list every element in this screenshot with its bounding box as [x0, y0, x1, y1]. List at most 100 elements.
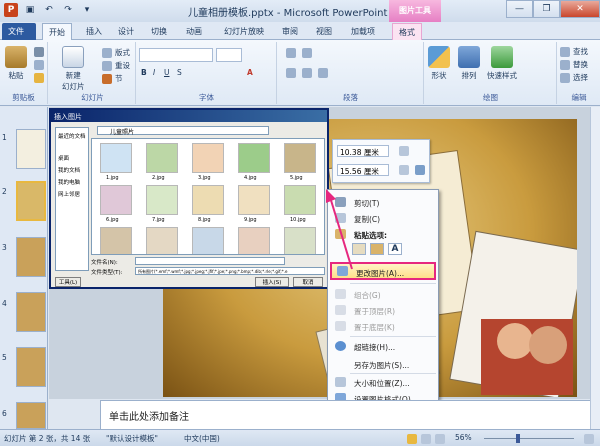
file-thumbnail[interactable] — [100, 185, 132, 215]
reset-button[interactable]: 重设 — [102, 60, 130, 71]
menu-item-save-as-picture[interactable]: 另存为图片(S)... — [330, 356, 436, 372]
file-thumbnail[interactable] — [192, 143, 224, 173]
section-button[interactable]: 节 — [102, 73, 123, 84]
tab-home[interactable]: 开始 — [42, 23, 72, 40]
tab-addins[interactable]: 加载项 — [345, 23, 381, 40]
file-thumbnail[interactable] — [238, 185, 270, 215]
file-list[interactable]: 1.jpg 2.jpg 3.jpg 4.jpg 5.jpg 6.jpg 7.jp… — [91, 138, 325, 255]
file-thumbnail[interactable] — [146, 185, 178, 215]
find-button[interactable]: 查找 — [560, 46, 588, 57]
height-input[interactable]: 10.38 厘米 — [337, 145, 389, 157]
sorter-view-icon[interactable] — [421, 434, 431, 444]
file-thumbnail[interactable] — [146, 143, 178, 173]
menu-item-size-position[interactable]: 大小和位置(Z)... — [330, 374, 436, 390]
slide-thumbnail-selected[interactable] — [16, 181, 46, 221]
zoom-slider-thumb[interactable] — [516, 434, 520, 443]
font-color-button[interactable]: A — [247, 68, 253, 77]
font-size-input[interactable] — [216, 48, 242, 62]
app-icon[interactable]: P — [4, 3, 18, 17]
redo-icon[interactable]: ↷ — [61, 3, 75, 17]
layout-button[interactable]: 版式 — [102, 47, 130, 58]
bullets-icon[interactable] — [286, 48, 296, 58]
file-thumbnail[interactable] — [146, 227, 178, 254]
file-thumbnail[interactable] — [284, 143, 316, 173]
file-thumbnail[interactable] — [284, 185, 316, 215]
menu-item-group[interactable]: 组合(G) — [330, 286, 436, 302]
slide-number: 3 — [2, 243, 7, 252]
align-center-icon[interactable] — [302, 68, 312, 78]
tab-file[interactable]: 文件 — [2, 23, 36, 40]
places-desktop[interactable]: 桌面 — [58, 154, 69, 162]
slide-thumbnail[interactable] — [16, 292, 46, 332]
cut-icon[interactable] — [34, 47, 44, 57]
places-network[interactable]: 网上邻居 — [58, 190, 80, 198]
tab-insert[interactable]: 插入 — [80, 23, 108, 40]
underline-button[interactable]: U — [164, 68, 170, 77]
shapes-button[interactable]: 形状 — [428, 46, 450, 81]
minimize-button[interactable]: — — [506, 0, 533, 18]
paste-text-only-icon[interactable]: A — [388, 243, 402, 255]
file-thumbnail[interactable] — [284, 227, 316, 254]
new-slide-button[interactable]: 新建 幻灯片 — [62, 46, 85, 92]
customize-qat-icon[interactable]: ▾ — [80, 3, 94, 17]
file-thumbnail[interactable] — [192, 185, 224, 215]
style-icon[interactable] — [399, 146, 409, 156]
slide-thumbnail[interactable] — [16, 347, 46, 387]
zoom-slider[interactable] — [484, 438, 574, 439]
slide-thumbnail[interactable] — [16, 402, 46, 429]
tools-button[interactable]: 工具(L) — [55, 277, 81, 287]
file-thumbnail[interactable] — [192, 227, 224, 254]
restore-button[interactable]: ❐ — [533, 0, 560, 18]
menu-item-bring-front[interactable]: 置于顶层(R) — [330, 302, 436, 318]
undo-icon[interactable]: ↶ — [42, 3, 56, 17]
file-thumbnail[interactable] — [100, 143, 132, 173]
crop-icon[interactable] — [399, 165, 409, 175]
fit-window-icon[interactable] — [584, 434, 594, 444]
paste-button[interactable]: 粘贴 — [5, 46, 27, 81]
tab-review[interactable]: 审阅 — [276, 23, 304, 40]
menu-item-hyperlink[interactable]: 超链接(H)... — [330, 338, 436, 354]
align-right-icon[interactable] — [318, 68, 328, 78]
tab-animations[interactable]: 动画 — [180, 23, 208, 40]
file-thumbnail[interactable] — [238, 227, 270, 254]
replace-button[interactable]: 替换 — [560, 59, 588, 70]
slide-thumbnail[interactable] — [16, 129, 46, 169]
italic-button[interactable]: I — [153, 68, 155, 77]
normal-view-icon[interactable] — [407, 434, 417, 444]
notes-pane[interactable]: 单击此处添加备注 — [100, 400, 590, 429]
align-left-icon[interactable] — [286, 68, 296, 78]
cancel-button[interactable]: 取消 — [293, 277, 323, 287]
bold-button[interactable]: B — [141, 68, 147, 77]
vertical-scrollbar[interactable] — [590, 107, 600, 429]
tab-view[interactable]: 视图 — [310, 23, 338, 40]
quick-styles-button[interactable]: 快速样式 — [487, 46, 517, 81]
select-button[interactable]: 选择 — [560, 72, 588, 83]
reading-view-icon[interactable] — [435, 434, 445, 444]
places-recent[interactable]: 最近的文档 — [58, 132, 86, 140]
rotate-icon[interactable] — [415, 165, 425, 175]
tab-transitions[interactable]: 切换 — [145, 23, 173, 40]
save-icon[interactable]: ▣ — [23, 3, 37, 17]
width-input[interactable]: 15.56 厘米 — [337, 164, 389, 176]
places-documents[interactable]: 我的文档 — [58, 166, 80, 174]
insert-button[interactable]: 插入(S) — [255, 277, 289, 287]
close-button[interactable]: ✕ — [560, 0, 600, 18]
arrange-button[interactable]: 排列 — [458, 46, 480, 81]
folder-dropdown[interactable]: 儿童照片 — [97, 126, 269, 136]
format-painter-icon[interactable] — [34, 73, 44, 83]
numbering-icon[interactable] — [302, 48, 312, 58]
tab-format[interactable]: 格式 — [392, 23, 422, 40]
tab-design[interactable]: 设计 — [112, 23, 140, 40]
places-computer[interactable]: 我的电脑 — [58, 178, 80, 186]
shadow-button[interactable]: S — [177, 68, 182, 77]
file-thumbnail[interactable] — [238, 143, 270, 173]
tab-slideshow[interactable]: 幻灯片放映 — [218, 23, 270, 40]
font-name-input[interactable] — [139, 48, 213, 62]
menu-item-send-back[interactable]: 置于底层(K) — [330, 318, 436, 334]
copy-icon[interactable] — [34, 60, 44, 70]
filename-input[interactable] — [135, 257, 285, 265]
filetype-select[interactable]: 所有图片(*.emf;*.wmf;*.jpg;*.jpeg;*.jfif;*.j… — [135, 267, 325, 275]
slide-thumbnail[interactable] — [16, 237, 46, 277]
paste-picture-icon[interactable] — [370, 243, 384, 255]
file-thumbnail[interactable] — [100, 227, 132, 254]
